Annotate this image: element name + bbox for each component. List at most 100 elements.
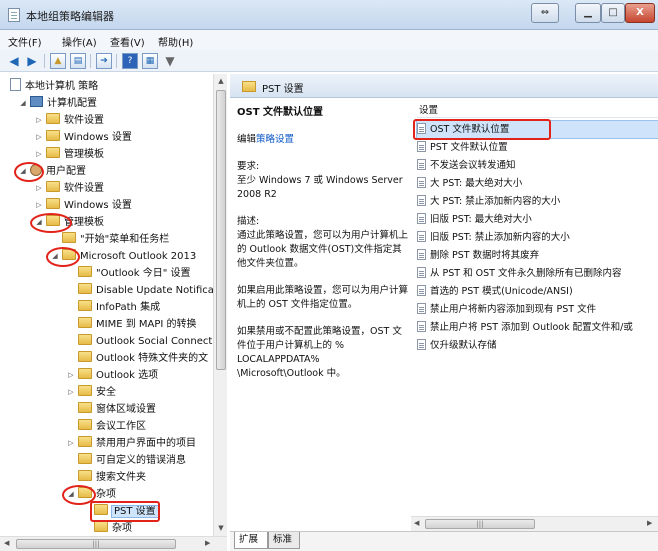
edit-policy-link[interactable]: 策略设置 [256,134,294,145]
policy-setting-icon [417,159,426,170]
filter-icon[interactable]: ▼ [162,53,178,69]
scroll-left-icon[interactable]: ◀ [414,519,419,527]
tree-item-custom-errors[interactable]: 可自定义的错误消息 [78,452,186,469]
policy-setting-icon [417,285,426,296]
expand-arrow-icon[interactable]: ▷ [66,435,76,452]
scroll-thumb[interactable] [216,90,226,370]
tree-item-admin-templates[interactable]: ▷ 管理模板 [36,146,104,163]
scroll-right-icon[interactable]: ▶ [647,519,652,527]
collapse-arrow-icon[interactable]: ◢ [18,95,28,112]
folder-icon [78,317,92,328]
tree-item-computer-config[interactable]: ◢ 计算机配置 [20,95,97,112]
tree-item-infopath[interactable]: InfoPath 集成 [78,299,160,316]
view-icon[interactable]: ▦ [142,53,158,69]
scroll-thumb[interactable]: ||| [425,519,535,529]
settings-column-header[interactable]: 设置 [417,102,658,118]
expand-arrow-icon[interactable]: ▷ [66,384,76,401]
collapse-arrow-icon[interactable]: ◢ [18,163,28,180]
setting-row[interactable]: 大 PST: 禁止添加新内容的大小 [417,193,658,210]
tree-item-outlook-2013[interactable]: ◢ Microsoft Outlook 2013 [52,248,196,265]
expand-arrow-icon[interactable]: ▷ [34,146,44,163]
policy-setting-icon [417,303,426,314]
folder-up-icon[interactable]: ▲ [50,53,66,69]
folder-icon [78,368,92,379]
show-hide-tree-icon[interactable]: ▤ [70,53,86,69]
tree-item-windows-settings[interactable]: ▷ Windows 设置 [36,129,132,146]
folder-icon [78,334,92,345]
collapse-arrow-icon[interactable]: ◢ [50,248,60,265]
tree-item-admin-templates-user[interactable]: ◢ 管理模板 [36,214,104,231]
tree-horizontal-scrollbar[interactable]: ◀ ||| ▶ [0,536,227,551]
tree-item-misc[interactable]: ◢ 杂项 [68,486,116,503]
setting-row[interactable]: 删除 PST 数据时将其废弃 [417,247,658,264]
policy-setting-icon [417,267,426,278]
tree-item-meeting-workspace[interactable]: 会议工作区 [78,418,146,435]
policy-setting-icon [417,321,426,332]
tree-item-start-menu[interactable]: "开始"菜单和任务栏 [62,231,169,248]
expand-arrow-icon[interactable]: ▷ [34,129,44,146]
folder-icon [46,113,60,124]
collapse-arrow-icon[interactable]: ◢ [66,486,76,503]
tree-item-special-folders[interactable]: Outlook 特殊文件夹的文 [78,350,208,367]
tree-item-software-settings-user[interactable]: ▷ 软件设置 [36,180,104,197]
tree-item-mime[interactable]: MIME 到 MAPI 的转换 [78,316,197,333]
details-header-title: PST 设置 [262,84,304,95]
menu-help[interactable]: 帮助(H) [158,34,193,49]
scroll-thumb[interactable]: ||| [16,539,176,549]
restore-button[interactable]: ⇔ [531,3,559,23]
disabled-explanation: 如果禁用或不配置此策略设置，OST 文件位于用户计算机上的 % LOCALAPP… [237,326,402,379]
tree-item-user-config[interactable]: ◢ 用户配置 [20,163,86,180]
minimize-button[interactable]: ▁ [575,3,601,23]
expand-arrow-icon[interactable]: ▷ [34,180,44,197]
tree-item-search-folders[interactable]: 搜索文件夹 [78,469,146,486]
setting-row[interactable]: PST 文件默认位置 [417,139,658,156]
tree-item-root[interactable]: 本地计算机 策略 [10,78,98,95]
scroll-down-icon[interactable]: ▼ [216,524,226,532]
scroll-right-icon[interactable]: ▶ [205,539,210,547]
tab-extended[interactable]: 扩展 [234,532,268,549]
tree-vertical-scrollbar[interactable]: ▲ ▼ [213,74,227,536]
maximize-button[interactable]: □ [601,3,625,23]
tree-item-form-regions[interactable]: 窗体区域设置 [78,401,156,418]
help-icon[interactable]: ? [122,53,138,69]
setting-row[interactable]: 旧版 PST: 禁止添加新内容的大小 [417,229,658,246]
scroll-up-icon[interactable]: ▲ [216,77,226,85]
tree-item-disable-ui[interactable]: ▷ 禁用用户界面中的项目 [68,435,196,452]
export-icon[interactable]: ➔ [96,53,112,69]
setting-row[interactable]: 从 PST 和 OST 文件永久删除所有已删除内容 [417,265,658,282]
menu-file[interactable]: 文件(F) [8,34,42,49]
tree-item-outlook-options[interactable]: ▷ Outlook 选项 [68,367,158,384]
forward-icon[interactable]: ▶ [24,53,40,69]
expand-arrow-icon[interactable]: ▷ [66,367,76,384]
setting-row[interactable]: 首选的 PST 模式(Unicode/ANSI) [417,283,658,300]
tree-item-security[interactable]: ▷ 安全 [68,384,116,401]
tree-item-windows-settings-user[interactable]: ▷ Windows 设置 [36,197,132,214]
setting-row[interactable]: 旧版 PST: 最大绝对大小 [417,211,658,228]
tree-item-outlook-today[interactable]: "Outlook 今日" 设置 [78,265,191,282]
setting-row[interactable]: OST 文件默认位置 [416,120,658,139]
setting-row[interactable]: 仅升级默认存储 [417,337,658,354]
expand-arrow-icon[interactable]: ▷ [34,112,44,129]
folder-icon [46,147,60,158]
expand-arrow-icon[interactable]: ▷ [34,197,44,214]
settings-horizontal-scrollbar[interactable]: ◀ ||| ▶ [411,516,658,531]
details-header: PST 设置 [230,74,658,98]
tree-item-disable-update[interactable]: Disable Update Notifica [78,282,214,299]
setting-row[interactable]: 大 PST: 最大绝对大小 [417,175,658,192]
scroll-left-icon[interactable]: ◀ [4,539,9,547]
tree-item-pst-settings[interactable]: PST 设置 [94,503,159,520]
tab-standard[interactable]: 标准 [268,532,300,549]
details-pane: PST 设置 OST 文件默认位置 编辑策略设置 要求: 至少 Windows 7… [230,74,658,551]
tree-item-software-settings[interactable]: ▷ 软件设置 [36,112,104,129]
tree-item-misc-sub[interactable]: 杂项 [94,520,132,537]
tree-item-social-connect[interactable]: Outlook Social Connect [78,333,212,350]
collapse-arrow-icon[interactable]: ◢ [34,214,44,231]
setting-row[interactable]: 禁止用户将新内容添加到现有 PST 文件 [417,301,658,318]
enabled-explanation: 如果启用此策略设置，您可以为用户计算机上的 OST 文件指定位置。 [237,285,409,310]
menu-action[interactable]: 操作(A) [62,34,97,49]
setting-row[interactable]: 禁止用户将 PST 添加到 Outlook 配置文件和/或 [417,319,658,336]
close-button[interactable]: X [625,3,655,23]
setting-row[interactable]: 不发送会议转发通知 [417,157,658,174]
menu-view[interactable]: 查看(V) [110,34,145,49]
back-icon[interactable]: ◀ [6,53,22,69]
